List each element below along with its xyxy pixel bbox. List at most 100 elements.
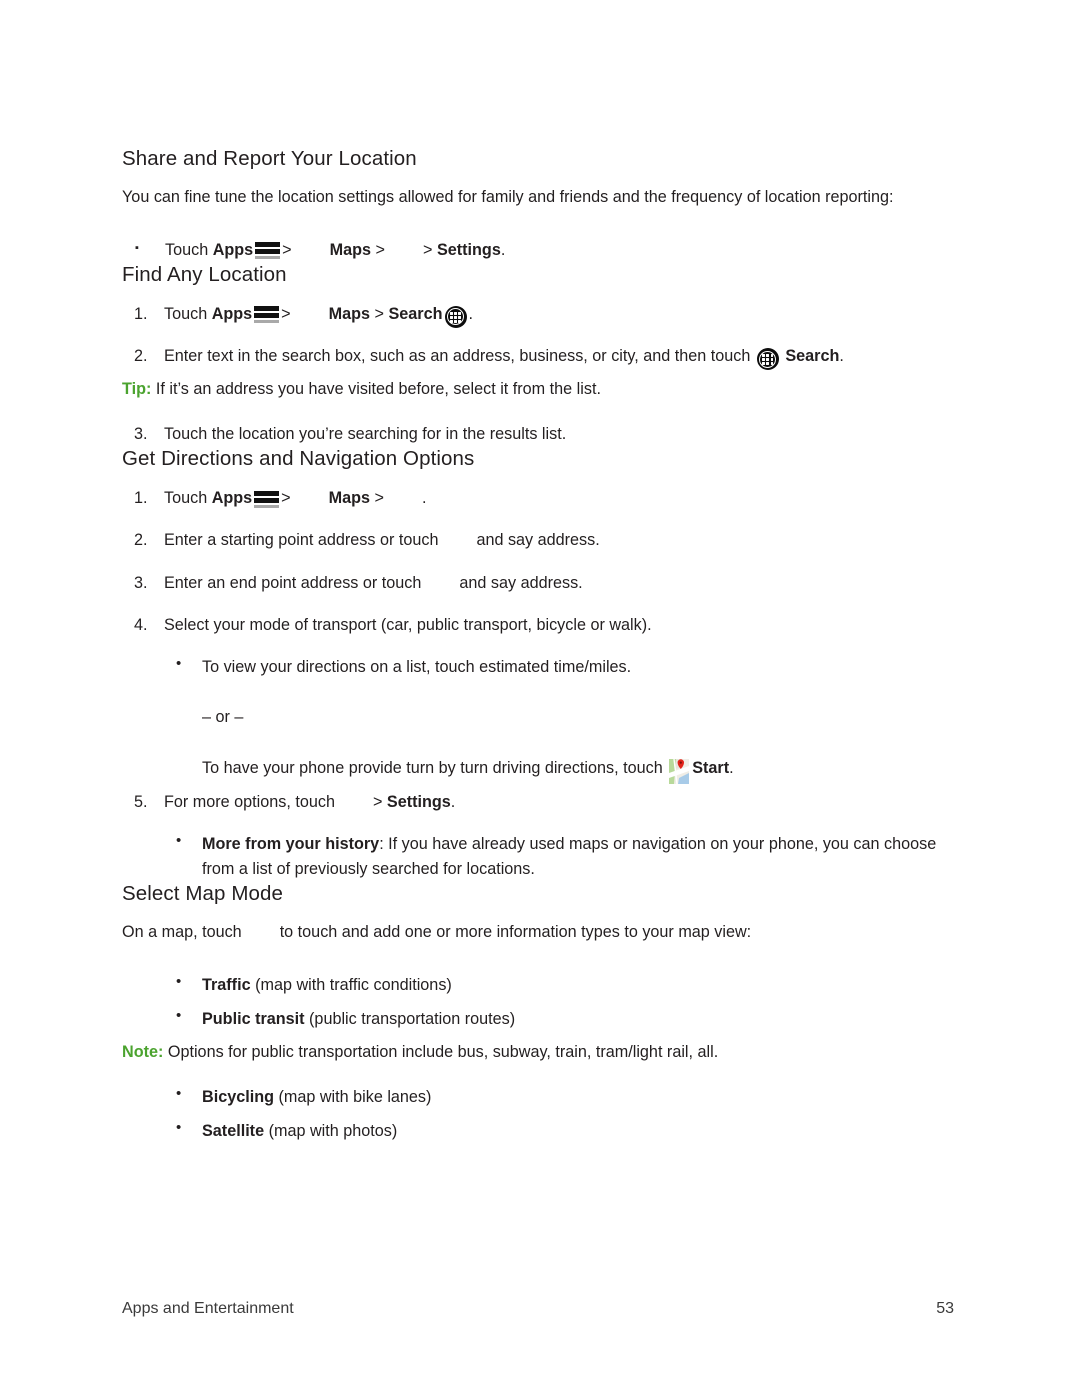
footer-page-number: 53 bbox=[936, 1300, 954, 1317]
more-from-history-label: More from your history bbox=[202, 835, 380, 854]
footer-chapter-title: Apps and Entertainment bbox=[122, 1300, 294, 1317]
step-text-before: Enter a starting point address or touch bbox=[164, 531, 439, 550]
tip-text: If it’s an address you have visited befo… bbox=[151, 380, 601, 399]
heading-select-map-mode: Select Map Mode bbox=[122, 881, 284, 905]
maps-label: Maps bbox=[329, 240, 372, 259]
list-item-directions-step-4: 4. Select your mode of transport (car, p… bbox=[122, 613, 942, 637]
list-item-directions-step-1: 1. Touch Apps > Maps >. bbox=[122, 486, 942, 510]
step-number: 1. bbox=[134, 304, 148, 323]
period: . bbox=[422, 489, 427, 507]
option-label: Traffic bbox=[202, 975, 251, 994]
list-item-directions-step-3: 3. Enter an end point address or touch an… bbox=[122, 571, 942, 595]
intro-text-after: to touch and add one or more information… bbox=[279, 922, 752, 941]
separator: > bbox=[372, 793, 383, 812]
option-label: Bicycling bbox=[202, 1088, 274, 1107]
maps-start-icon bbox=[669, 759, 690, 784]
list-item-text: Touch Apps > Maps > Search. bbox=[164, 302, 942, 328]
square-bullet-marker: ▪ bbox=[135, 241, 139, 254]
heading-share-and-report-your-location: Share and Report Your Location bbox=[122, 147, 417, 170]
list-item-text: Public transit (public transportation ro… bbox=[202, 1007, 942, 1031]
list-item-text: Select your mode of transport (car, publ… bbox=[164, 615, 652, 634]
separator-2: > bbox=[374, 304, 384, 323]
list-item-map-option-bicycling: • Bicycling (map with bike lanes) bbox=[122, 1085, 942, 1109]
heading-get-directions-and-navigation-options: Get Directions and Navigation Options bbox=[122, 447, 475, 471]
step-number: 2. bbox=[134, 346, 148, 365]
step-number: 3. bbox=[134, 425, 148, 444]
sub-text-before: To have your phone provide turn by turn … bbox=[202, 758, 668, 777]
list-item-share-location-step: ▪ Touch Apps > Maps > > Settings. bbox=[122, 238, 942, 262]
list-item-find-location-step-1: 1. Touch Apps > Maps > Search. bbox=[122, 302, 942, 328]
period: . bbox=[468, 304, 474, 323]
list-item-find-location-step-2: 2. Enter text in the search box, such as… bbox=[122, 344, 942, 371]
option-description: (map with traffic conditions) bbox=[250, 975, 452, 994]
app-grid-icon bbox=[756, 348, 779, 371]
maps-label: Maps bbox=[328, 304, 371, 323]
list-item-directions-step-5: 5. For more options, touch > Settings. bbox=[122, 790, 942, 814]
round-bullet-marker: • bbox=[176, 832, 182, 850]
period: . bbox=[450, 793, 456, 812]
round-bullet-marker: • bbox=[176, 1006, 182, 1024]
separator-2: > bbox=[375, 240, 385, 259]
round-bullet-marker: • bbox=[176, 972, 182, 990]
list-item-text: To view your directions on a list, touch… bbox=[202, 658, 632, 677]
list-item-map-option-satellite: • Satellite (map with photos) bbox=[122, 1119, 942, 1143]
list-item-text: To have your phone provide turn by turn … bbox=[202, 756, 942, 784]
list-item-text: Satellite (map with photos) bbox=[202, 1119, 942, 1143]
separator-1: > bbox=[281, 304, 291, 323]
apps-key-icon bbox=[254, 490, 280, 510]
select-map-mode-intro: On a map, touch to touch and add one or m… bbox=[122, 921, 942, 945]
list-item-map-option-traffic: • Traffic (map with traffic conditions) bbox=[122, 973, 942, 997]
step-number: 5. bbox=[134, 793, 148, 812]
step-text: Enter text in the search box, such as an… bbox=[164, 346, 755, 365]
list-item-find-location-step-3: 3. Touch the location you’re searching f… bbox=[122, 422, 942, 446]
step-number: 1. bbox=[134, 489, 148, 507]
share-location-intro-paragraph: You can fine tune the location settings … bbox=[122, 187, 894, 206]
list-item-text: Enter text in the search box, such as an… bbox=[164, 344, 942, 371]
list-item-text: Touch Apps > Maps >. bbox=[164, 486, 942, 510]
step-text-before: Enter an end point address or touch bbox=[164, 573, 422, 592]
touch-label: Touch bbox=[164, 489, 212, 507]
intro-text-before: On a map, touch bbox=[122, 922, 242, 941]
period: . bbox=[500, 240, 506, 259]
list-item-text: More from your history: If you have alre… bbox=[202, 832, 942, 881]
or-divider-text: – or – bbox=[202, 708, 244, 727]
separator-2: > bbox=[374, 489, 384, 507]
list-item-text: For more options, touch > Settings. bbox=[164, 790, 942, 814]
list-item-text: Enter a starting point address or touch a… bbox=[164, 528, 942, 552]
period: . bbox=[729, 758, 734, 777]
separator-1: > bbox=[281, 489, 291, 507]
round-bullet-marker: • bbox=[176, 655, 182, 673]
list-item-text: Bicycling (map with bike lanes) bbox=[202, 1085, 942, 1109]
list-item-directions-step-4-sub-1: • To view your directions on a list, tou… bbox=[122, 655, 942, 679]
tip-label: Tip: bbox=[122, 380, 152, 399]
option-description: (map with photos) bbox=[264, 1122, 398, 1141]
document-page: Share and Report Your Location You can f… bbox=[0, 0, 1080, 1397]
step-text-after: and say address. bbox=[476, 531, 600, 550]
page-footer: Apps and Entertainment 53 bbox=[122, 1300, 954, 1318]
list-item-directions-step-2: 2. Enter a starting point address or tou… bbox=[122, 528, 942, 552]
apps-label: Apps bbox=[212, 240, 254, 259]
round-bullet-marker: • bbox=[176, 1119, 182, 1137]
touch-label: Touch bbox=[164, 304, 212, 323]
step-number: 3. bbox=[134, 573, 148, 592]
list-item-text: Enter an end point address or touch and s… bbox=[164, 571, 942, 595]
apps-label: Apps bbox=[211, 489, 253, 507]
option-description: (map with bike lanes) bbox=[273, 1088, 432, 1107]
note-callout: Note: Options for public transportation … bbox=[122, 1041, 942, 1065]
app-grid-icon bbox=[444, 305, 467, 328]
settings-label: Settings bbox=[436, 240, 501, 259]
step-text: For more options, touch bbox=[164, 793, 335, 812]
